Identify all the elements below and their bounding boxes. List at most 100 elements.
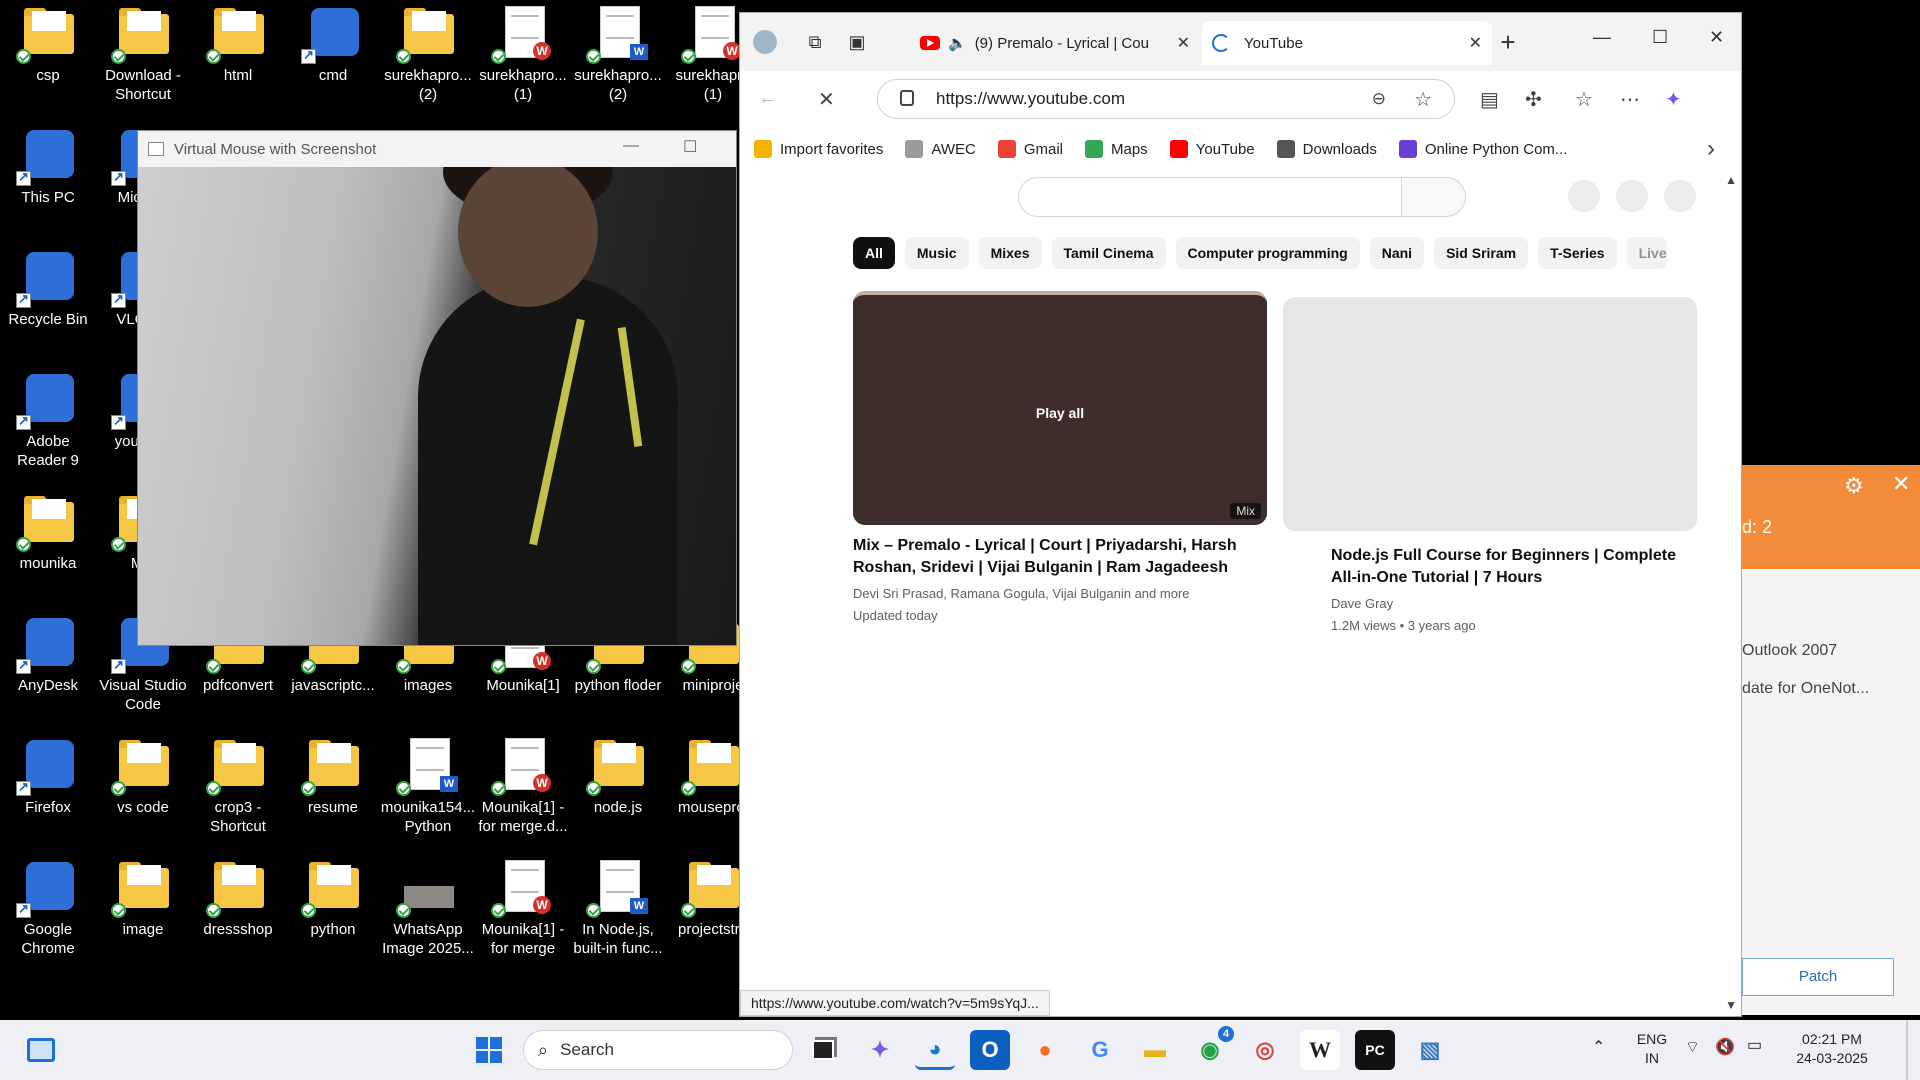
audio-playing-icon[interactable]: 🔈: [948, 34, 967, 52]
copilot-taskbar-icon[interactable]: ✦: [860, 1030, 900, 1070]
minimize-icon[interactable]: —: [1593, 27, 1611, 48]
favorite-item[interactable]: AWEC: [905, 140, 976, 158]
edge-browser-window[interactable]: ⧉ ▣ 🔈 (9) Premalo - Lyrical | Cou ✕ YouT…: [739, 12, 1742, 1017]
desktop-icon-doc[interactable]: Wmounika154... Python: [380, 732, 476, 842]
close-window-icon[interactable]: ✕: [1709, 27, 1724, 48]
play-all-label[interactable]: Play all: [853, 405, 1267, 421]
desktop-icon-folder[interactable]: html: [190, 0, 286, 110]
category-chip[interactable]: Mixes: [978, 237, 1042, 269]
video-thumbnail[interactable]: Play all Mix: [853, 291, 1267, 525]
language-indicator[interactable]: ENG IN: [1632, 1030, 1672, 1068]
desktop-icon-folder[interactable]: node.js: [570, 732, 666, 842]
favorite-star-icon[interactable]: ☆: [1414, 87, 1432, 112]
extensions-icon[interactable]: ✣: [1525, 87, 1542, 112]
desktop-icon-doc[interactable]: Wsurekhapro... (1): [475, 0, 571, 110]
desktop-icon-folder[interactable]: python: [285, 854, 381, 964]
chrome-taskbar-icon[interactable]: ◎: [1245, 1030, 1285, 1070]
desktop-icon-app[interactable]: Recycle Bin: [0, 244, 96, 354]
youtube-search-input[interactable]: [1018, 177, 1402, 217]
file-explorer-taskbar-icon[interactable]: ▬: [1135, 1030, 1175, 1070]
lock-icon[interactable]: [900, 90, 914, 106]
desktop-icon-app[interactable]: Adobe Reader 9: [0, 366, 96, 476]
desktop-icon-folder[interactable]: csp: [0, 0, 96, 110]
video-card[interactable]: Play all Mix Mix – Premalo - Lyrical | C…: [853, 291, 1267, 627]
video-channel[interactable]: Devi Sri Prasad, Ramana Gogula, Vijai Bu…: [853, 583, 1267, 605]
category-chip[interactable]: Tamil Cinema: [1051, 237, 1166, 269]
desktop-icon-folder[interactable]: mounika: [0, 488, 96, 598]
category-chip[interactable]: Sid Sriram: [1434, 237, 1529, 269]
video-channel[interactable]: Dave Gray: [1283, 593, 1697, 615]
desktop-icon-folder[interactable]: dressshop: [190, 854, 286, 964]
stop-loading-icon[interactable]: ✕: [818, 87, 835, 112]
scroll-down-icon[interactable]: ▼: [1725, 998, 1737, 1012]
favorite-item[interactable]: Online Python Com...: [1398, 140, 1567, 158]
category-chip[interactable]: Computer programming: [1175, 237, 1360, 269]
tab-youtube[interactable]: YouTube ✕: [1202, 21, 1492, 65]
clock[interactable]: 02:21 PM 24-03-2025: [1782, 1030, 1882, 1068]
whatsapp-taskbar-icon[interactable]: ◉ 4: [1190, 1026, 1234, 1070]
wifi-icon[interactable]: ⌔: [1685, 1038, 1700, 1057]
desktop-icon-image[interactable]: WhatsApp Image 2025...: [380, 854, 476, 964]
category-chip[interactable]: T-Series: [1538, 237, 1617, 269]
category-chip[interactable]: All: [853, 237, 895, 269]
favorites-icon[interactable]: ☆: [1575, 87, 1593, 112]
zoom-icon[interactable]: ⊖: [1372, 89, 1386, 109]
patch-button[interactable]: Patch: [1742, 958, 1894, 996]
maximize-icon[interactable]: ☐: [1652, 27, 1668, 48]
firefox-taskbar-icon[interactable]: ●: [1025, 1030, 1065, 1070]
close-tab-icon[interactable]: ✕: [1177, 33, 1190, 53]
collections-icon[interactable]: ▤: [1480, 87, 1499, 112]
favorite-item[interactable]: Gmail: [997, 140, 1063, 158]
favorite-item[interactable]: YouTube: [1169, 140, 1255, 158]
create-icon[interactable]: [1568, 180, 1600, 212]
desktop-icon-folder[interactable]: resume: [285, 732, 381, 842]
desktop-icon-app[interactable]: Firefox: [0, 732, 96, 842]
video-card[interactable]: Node.js Full Course for Beginners | Comp…: [1283, 297, 1697, 637]
address-bar[interactable]: https://www.youtube.com ⊖ ☆: [877, 79, 1455, 119]
virtual-mouse-titlebar[interactable]: Virtual Mouse with Screenshot — ☐: [138, 131, 736, 167]
taskbar-search[interactable]: ⌕ Search: [523, 1030, 793, 1070]
desktop-icon-app[interactable]: AnyDesk: [0, 610, 96, 720]
desktop-icon-folder[interactable]: Download - Shortcut: [95, 0, 191, 110]
new-tab-icon[interactable]: +: [1495, 27, 1521, 57]
back-icon[interactable]: ←: [758, 87, 778, 110]
favorite-item[interactable]: Maps: [1085, 140, 1148, 158]
workspaces-icon[interactable]: ⧉: [802, 29, 828, 55]
desktop-icon-app[interactable]: Google Chrome: [0, 854, 96, 964]
google-taskbar-icon[interactable]: G: [1080, 1030, 1120, 1070]
category-chip[interactable]: Live: [1626, 237, 1667, 269]
copilot-icon[interactable]: ✦: [1665, 87, 1682, 112]
more-menu-icon[interactable]: ⋯: [1620, 87, 1640, 112]
start-menu-icon[interactable]: [469, 1030, 509, 1070]
desktop-icon-doc[interactable]: W Mounika[1] - for merge.d...: [475, 732, 571, 842]
account-avatar[interactable]: [1664, 180, 1696, 212]
chevron-right-icon[interactable]: ›: [1707, 135, 1715, 163]
desktop-icon-folder[interactable]: surekhapro... (2): [380, 0, 476, 110]
youtube-search-button[interactable]: [1402, 177, 1466, 217]
battery-icon[interactable]: ▭: [1747, 1036, 1762, 1055]
favorite-item[interactable]: Downloads: [1276, 140, 1377, 158]
video-title[interactable]: Mix – Premalo - Lyrical | Court | Priyad…: [853, 535, 1267, 579]
edge-taskbar-icon[interactable]: ◕: [915, 1030, 955, 1070]
favorite-item[interactable]: Import favorites: [754, 140, 883, 158]
maximize-icon[interactable]: ☐: [683, 137, 697, 157]
profile-avatar-icon[interactable]: [752, 29, 778, 55]
wikipedia-taskbar-icon[interactable]: W: [1300, 1030, 1340, 1070]
desktop-icon-doc[interactable]: W In Node.js, built-in func...: [570, 854, 666, 964]
desktop-icon-folder[interactable]: vs code: [95, 732, 191, 842]
desktop-icon-app[interactable]: cmd: [285, 0, 381, 110]
notifications-icon[interactable]: [1616, 180, 1648, 212]
volume-muted-icon[interactable]: 🔇: [1715, 1038, 1735, 1057]
close-icon[interactable]: ✕: [1892, 471, 1910, 497]
tab-premalo[interactable]: 🔈 (9) Premalo - Lyrical | Cou ✕: [910, 21, 1200, 65]
show-desktop-button[interactable]: [1906, 1020, 1908, 1080]
pycharm-taskbar-icon[interactable]: PC: [1355, 1030, 1395, 1070]
url-text[interactable]: https://www.youtube.com: [936, 89, 1125, 109]
desktop-icon-folder[interactable]: crop3 - Shortcut: [190, 732, 286, 842]
desktop-icon-app[interactable]: This PC: [0, 122, 96, 232]
category-chip[interactable]: Music: [904, 237, 969, 269]
gear-icon[interactable]: ⚙: [1844, 473, 1864, 499]
minimize-icon[interactable]: —: [623, 137, 639, 155]
virtual-mouse-window[interactable]: Virtual Mouse with Screenshot — ☐: [137, 130, 737, 646]
outlook-taskbar-icon[interactable]: O: [970, 1030, 1010, 1070]
